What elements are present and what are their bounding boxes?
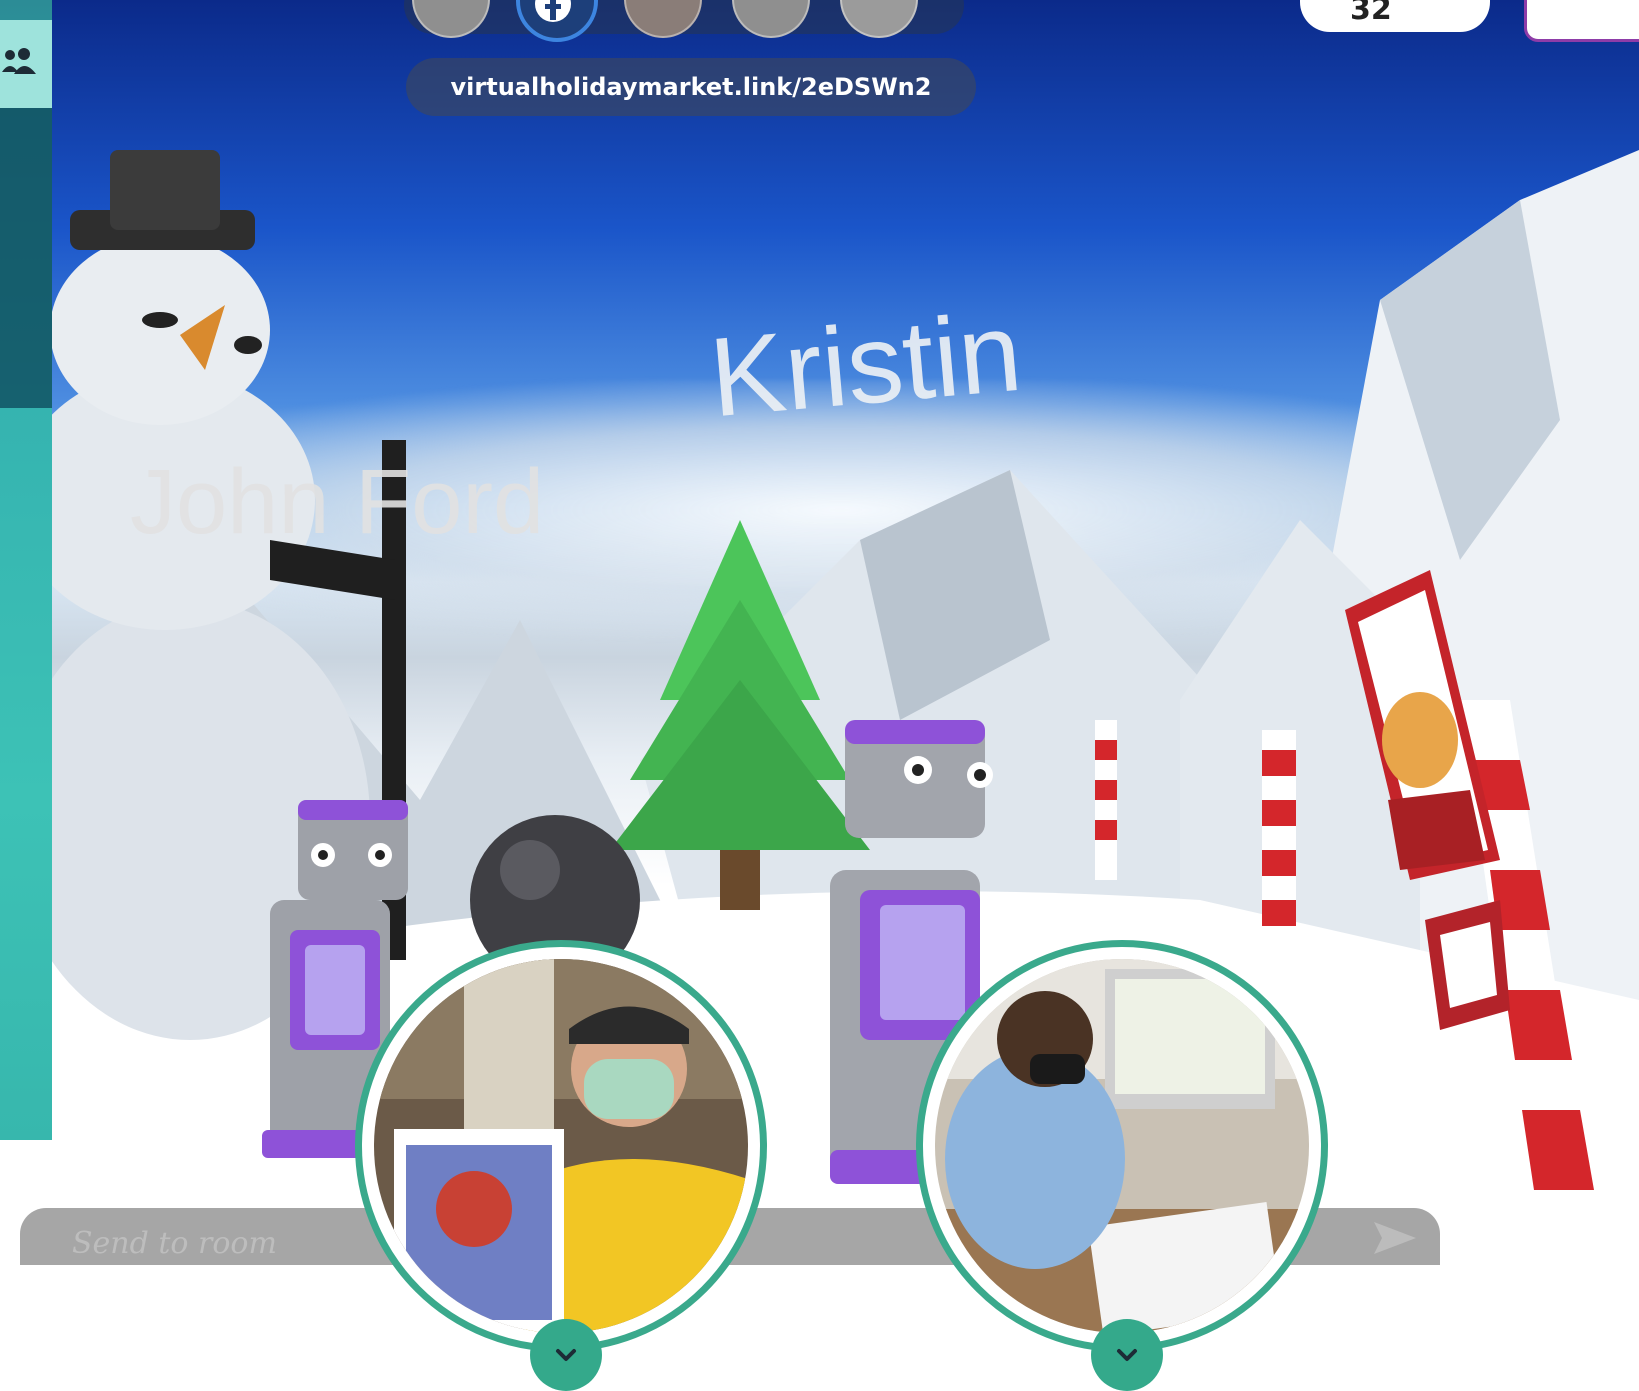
send-icon[interactable] xyxy=(1370,1218,1420,1258)
scene-graphics xyxy=(0,150,1639,1265)
room-3d-viewport[interactable]: Kristin John Ford virtualholidaymarket.l… xyxy=(0,0,1639,1265)
avatar-name-label-john: John Ford xyxy=(130,451,545,553)
people-count: 32 xyxy=(1350,0,1392,27)
avatar-name-label-kristin: Kristin xyxy=(705,288,1027,441)
chevron-down-icon xyxy=(1117,1349,1137,1361)
participant-video-image xyxy=(374,959,748,1333)
video-bubble[interactable] xyxy=(355,940,767,1391)
presence-avatar[interactable] xyxy=(412,0,490,38)
presence-avatar[interactable] xyxy=(624,0,702,38)
candy-pole-1 xyxy=(1095,720,1117,880)
video-bubble[interactable] xyxy=(916,940,1328,1391)
presence-avatar[interactable] xyxy=(732,0,810,38)
chevron-down-icon xyxy=(556,1349,576,1361)
expand-video-button[interactable] xyxy=(530,1319,602,1391)
participant-video-image xyxy=(935,959,1309,1333)
presence-avatar[interactable] xyxy=(840,0,918,38)
side-panel[interactable] xyxy=(0,0,52,1140)
menu-button[interactable] xyxy=(1524,0,1639,42)
side-panel-band xyxy=(0,108,52,408)
facebook-icon xyxy=(535,0,571,22)
candy-pole-2 xyxy=(1262,730,1296,940)
video-feed xyxy=(374,959,748,1333)
people-icon[interactable] xyxy=(0,48,40,76)
expand-video-button[interactable] xyxy=(1091,1319,1163,1391)
people-count-button[interactable]: 32 xyxy=(1300,0,1490,32)
room-link[interactable]: virtualholidaymarket.link/2eDSWn2 xyxy=(406,58,976,116)
presence-avatar-bar xyxy=(404,0,964,42)
video-feed xyxy=(935,959,1309,1333)
